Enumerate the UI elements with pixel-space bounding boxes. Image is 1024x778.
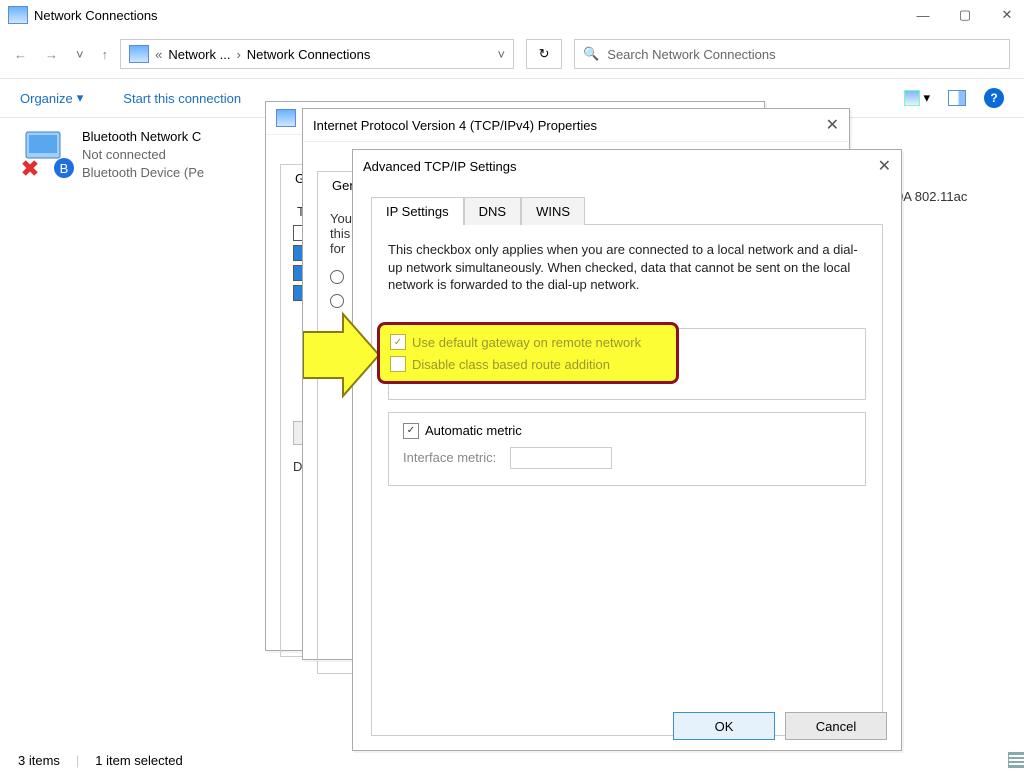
connection-device: Bluetooth Device (Pe (82, 164, 204, 182)
ip-settings-description: This checkbox only applies when you are … (388, 241, 866, 294)
interface-metric-input[interactable] (510, 447, 612, 469)
start-connection-button[interactable]: Start this connection (123, 91, 241, 106)
history-dropdown-icon[interactable]: ˅ (76, 47, 84, 62)
connection-item-bluetooth[interactable]: B Bluetooth Network C Not connected Blue… (20, 128, 280, 182)
svg-text:B: B (60, 161, 69, 176)
organize-menu[interactable]: Organize ▾ (20, 90, 83, 106)
connection-name: Bluetooth Network C (82, 128, 204, 146)
navigation-bar: ← → ˅ ↑ « Network ... › Network Connecti… (0, 30, 1024, 78)
separator: | (76, 753, 79, 768)
automatic-metric-label: Automatic metric (425, 423, 522, 438)
default-gateway-label: Use default gateway on remote network (412, 335, 641, 350)
start-connection-label: Start this connection (123, 91, 241, 106)
interface-metric-label: Interface metric: (403, 450, 496, 465)
breadcrumb-seg-2[interactable]: Network Connections (247, 47, 371, 62)
up-icon[interactable]: ↑ (102, 47, 109, 62)
advanced-tabs: IP Settings DNS WINS (371, 196, 883, 225)
search-icon: 🔍 (583, 46, 599, 62)
window-title: Network Connections (34, 8, 158, 23)
search-input[interactable]: 🔍 Search Network Connections (574, 39, 1010, 69)
view-mode-icon[interactable]: ▾ (904, 90, 930, 106)
window-titlebar: Network Connections — ▢ ✕ (0, 0, 1024, 30)
close-icon[interactable]: ✕ (878, 156, 891, 176)
advanced-tcpip-dialog: Advanced TCP/IP Settings ✕ IP Settings D… (352, 149, 902, 751)
advanced-dialog-title: Advanced TCP/IP Settings (363, 159, 516, 174)
preview-pane-icon[interactable] (948, 90, 966, 106)
breadcrumb[interactable]: « Network ... › Network Connections ˅ (120, 39, 514, 69)
location-icon (129, 45, 149, 63)
tab-wins[interactable]: WINS (521, 197, 585, 225)
highlight-arrow-icon (303, 308, 381, 402)
dialog-icon (276, 109, 296, 127)
forward-icon[interactable]: → (45, 47, 58, 62)
ipv4-dialog-title: Internet Protocol Version 4 (TCP/IPv4) P… (313, 118, 597, 133)
status-item-count: 3 items (18, 753, 60, 768)
metric-groupbox: ✓ Automatic metric Interface metric: (388, 412, 866, 486)
status-selected-count: 1 item selected (95, 753, 182, 768)
chevron-right-icon: › (236, 47, 240, 62)
connection-icon: B (20, 128, 74, 182)
dialog-button-row: OK Cancel (673, 712, 887, 740)
checkbox-icon: ✓ (403, 423, 419, 439)
checkbox-icon (390, 356, 406, 372)
close-button[interactable]: ✕ (998, 7, 1016, 23)
checkbox-icon: ✓ (390, 334, 406, 350)
search-placeholder: Search Network Connections (607, 47, 775, 62)
help-icon[interactable]: ? (984, 88, 1004, 108)
maximize-button[interactable]: ▢ (956, 7, 974, 23)
chevron-down-icon[interactable]: ˅ (498, 47, 506, 62)
app-icon (8, 6, 28, 24)
default-gateway-checkbox[interactable]: ✓ Use default gateway on remote network (390, 334, 666, 350)
ok-label: OK (715, 719, 734, 734)
highlight-box: ✓ Use default gateway on remote network … (377, 322, 679, 384)
back-icon[interactable]: ← (14, 47, 27, 62)
ip-settings-panel: This checkbox only applies when you are … (371, 225, 883, 736)
chevron-down-icon: ▾ (77, 90, 84, 106)
connection-status: Not connected (82, 146, 204, 164)
tab-dns[interactable]: DNS (464, 197, 521, 225)
class-route-label: Disable class based route addition (412, 357, 610, 372)
status-bar: 3 items | 1 item selected (0, 748, 1024, 772)
cancel-label: Cancel (816, 719, 856, 734)
ok-button[interactable]: OK (673, 712, 775, 740)
automatic-metric-checkbox[interactable]: ✓ Automatic metric (403, 423, 851, 439)
view-details-icon[interactable] (1008, 752, 1024, 768)
chevron-left-icon: « (155, 47, 162, 62)
background-adapter-text: 0A 802.11ac (896, 189, 967, 204)
cancel-button[interactable]: Cancel (785, 712, 887, 740)
refresh-button[interactable]: ↻ (526, 39, 562, 69)
tab-ip-settings[interactable]: IP Settings (371, 197, 464, 225)
class-route-checkbox[interactable]: Disable class based route addition (390, 356, 666, 372)
minimize-button[interactable]: — (914, 8, 932, 23)
breadcrumb-seg-1[interactable]: Network ... (168, 47, 230, 62)
close-icon[interactable]: ✕ (826, 115, 839, 135)
organize-label: Organize (20, 91, 73, 106)
